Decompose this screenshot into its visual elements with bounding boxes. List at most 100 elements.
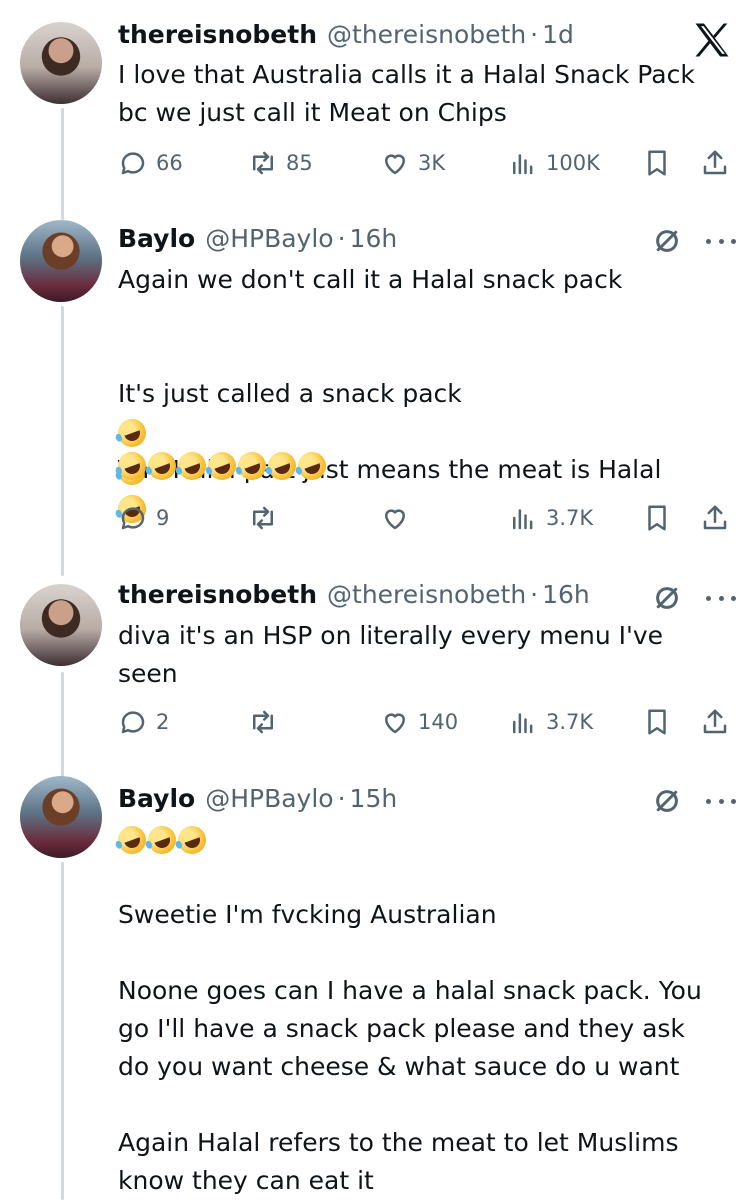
separator-dot: ·: [337, 784, 346, 813]
reply-count: 9: [156, 506, 170, 530]
thread-line: [61, 862, 64, 1200]
timestamp[interactable]: 15h: [350, 784, 398, 813]
speech-bubble-icon: [121, 152, 145, 175]
rolling-on-floor-laughing-emoji: [114, 822, 150, 858]
like-count: 140: [418, 710, 459, 734]
repost-count: 85: [286, 151, 313, 175]
more-dots-icon[interactable]: [706, 226, 736, 256]
timestamp[interactable]: 16h: [542, 580, 590, 609]
separator-dot: ·: [530, 580, 539, 609]
rolling-on-floor-laughing-emoji: [234, 448, 270, 484]
avatar[interactable]: [20, 776, 102, 858]
rolling-on-floor-laughing-emoji: [294, 448, 330, 484]
bookmark-button[interactable]: [642, 498, 672, 538]
rolling-on-floor-laughing-emoji: [264, 448, 300, 484]
user-handle[interactable]: @HPBaylo: [205, 784, 333, 813]
user-handle[interactable]: @thereisnobeth: [327, 580, 526, 609]
tweet-header: thereisnobeth @thereisnobeth · 16h: [118, 580, 590, 614]
emoji-row: [114, 448, 330, 484]
heart-icon: [385, 154, 405, 175]
grok-slash-circle-icon[interactable]: [652, 226, 682, 256]
rolling-on-floor-laughing-emoji: [144, 448, 180, 484]
tweet-text: Noone goes can I have a halal snack pack…: [118, 976, 702, 1081]
avatar[interactable]: [20, 22, 102, 104]
share-upload-icon: [703, 150, 727, 175]
views-count: 3.7K: [546, 710, 594, 734]
heart-icon: [385, 713, 405, 734]
like-count: 3K: [418, 151, 446, 175]
repost-button[interactable]: [248, 702, 278, 742]
user-handle[interactable]: @HPBaylo: [205, 224, 333, 253]
bookmark-icon: [648, 150, 666, 176]
speech-bubble-icon: [121, 507, 145, 530]
reply-button[interactable]: 2: [118, 702, 169, 742]
grok-slash-circle-icon[interactable]: [652, 786, 682, 816]
bar-chart-icon: [513, 713, 533, 734]
repost-arrows-icon: [253, 710, 273, 734]
repost-arrows-icon: [253, 506, 273, 530]
bar-chart-icon: [513, 154, 533, 175]
bar-chart-icon: [513, 509, 533, 530]
display-name[interactable]: Baylo: [118, 224, 195, 253]
tweet-header: Baylo @HPBaylo · 15h: [118, 784, 397, 818]
tweet-header: thereisnobeth @thereisnobeth · 1d: [118, 20, 574, 54]
reply-count: 66: [156, 151, 183, 175]
separator-dot: ·: [530, 20, 539, 49]
user-handle[interactable]: @thereisnobeth: [327, 20, 526, 49]
share-upload-icon: [703, 709, 727, 734]
reply-button[interactable]: 66: [118, 143, 183, 183]
like-button[interactable]: [380, 498, 410, 538]
more-dots-icon[interactable]: [706, 786, 736, 816]
repost-button[interactable]: [248, 498, 278, 538]
tweet-text: diva it's an HSP on literally every menu…: [118, 621, 664, 688]
rolling-on-floor-laughing-emoji: [144, 822, 180, 858]
share-button[interactable]: [700, 498, 730, 538]
action-bar: 9 3.7K: [118, 498, 738, 538]
thread-line: [61, 672, 64, 780]
share-button[interactable]: [700, 143, 730, 183]
more-dots-icon[interactable]: [706, 583, 736, 613]
bookmark-button[interactable]: [642, 143, 672, 183]
reply-button[interactable]: 9: [118, 498, 169, 538]
bookmark-button[interactable]: [642, 702, 672, 742]
like-button[interactable]: 140: [380, 702, 458, 742]
action-bar: 2 140 3.7K: [118, 702, 738, 742]
like-button[interactable]: 3K: [380, 143, 445, 183]
separator-dot: ·: [337, 224, 346, 253]
views-count: 3.7K: [546, 506, 594, 530]
display-name[interactable]: thereisnobeth: [118, 580, 317, 609]
rolling-on-floor-laughing-emoji: [174, 822, 210, 858]
tweet-text: Again we don't call it a Halal snack pac…: [118, 265, 623, 294]
repost-button[interactable]: 85: [248, 143, 313, 183]
emoji-row: [114, 822, 210, 858]
tweet-text-line: It's just called a snack pack: [118, 379, 462, 408]
rolling-on-floor-laughing-emoji: [114, 448, 150, 484]
views-button[interactable]: 100K: [508, 143, 600, 183]
share-button[interactable]: [700, 702, 730, 742]
reply-count: 2: [156, 710, 170, 734]
grok-slash-circle-icon[interactable]: [652, 583, 682, 613]
speech-bubble-icon: [121, 711, 145, 734]
tweet-text: I love that Australia calls it a Halal S…: [118, 60, 695, 127]
avatar[interactable]: [20, 584, 102, 666]
timestamp[interactable]: 1d: [542, 20, 574, 49]
action-bar: 66 85 3K 100K: [118, 143, 738, 183]
display-name[interactable]: thereisnobeth: [118, 20, 317, 49]
rolling-on-floor-laughing-emoji: [204, 448, 240, 484]
share-upload-icon: [703, 505, 727, 530]
heart-icon: [385, 509, 405, 530]
views-button[interactable]: 3.7K: [508, 702, 593, 742]
bookmark-icon: [648, 505, 666, 531]
views-button[interactable]: 3.7K: [508, 498, 593, 538]
repost-arrows-icon: [253, 151, 273, 175]
views-count: 100K: [546, 151, 600, 175]
tweet-text: Sweetie I'm fvcking Australian: [118, 900, 497, 929]
display-name[interactable]: Baylo: [118, 784, 195, 813]
avatar[interactable]: [20, 220, 102, 302]
tweet-header: Baylo @HPBaylo · 16h: [118, 224, 397, 258]
tweet-text: Again Halal refers to the meat to let Mu…: [118, 1128, 679, 1195]
rolling-on-floor-laughing-emoji: [174, 448, 210, 484]
bookmark-icon: [648, 709, 666, 735]
thread-line: [61, 306, 64, 576]
timestamp[interactable]: 16h: [350, 224, 398, 253]
